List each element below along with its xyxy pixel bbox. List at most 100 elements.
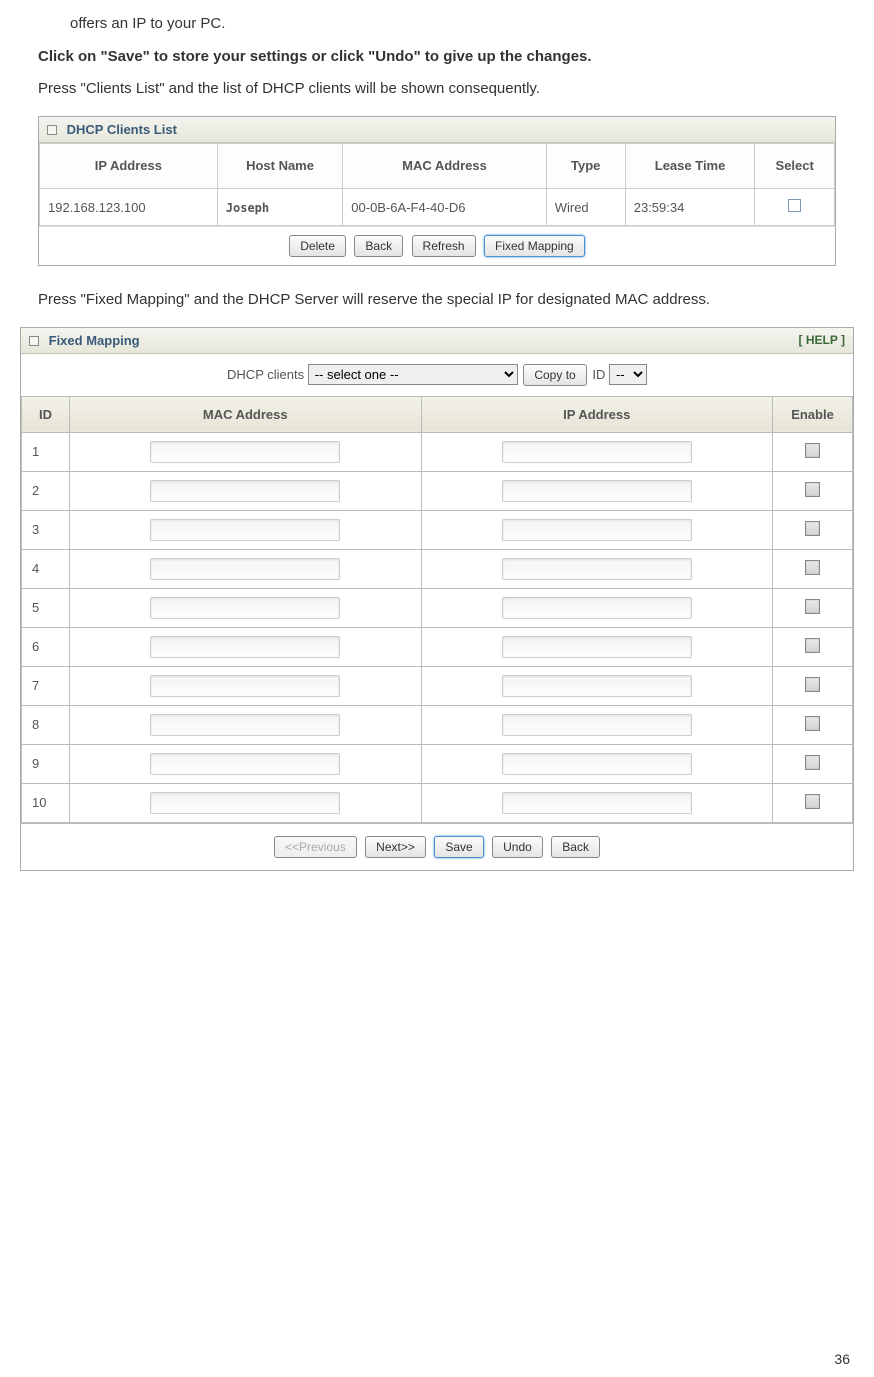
cell-id: 2 xyxy=(22,471,70,510)
ip-input[interactable] xyxy=(502,636,692,658)
table-row: 5 xyxy=(22,588,853,627)
cell-mac xyxy=(70,588,422,627)
mac-input[interactable] xyxy=(150,714,340,736)
enable-checkbox[interactable] xyxy=(805,755,820,770)
mac-input[interactable] xyxy=(150,558,340,580)
ip-input[interactable] xyxy=(502,480,692,502)
enable-checkbox[interactable] xyxy=(805,443,820,458)
doc-text-offers: offers an IP to your PC. xyxy=(20,10,854,39)
mac-input[interactable] xyxy=(150,636,340,658)
cell-mac xyxy=(70,705,422,744)
cell-ip: 192.168.123.100 xyxy=(40,189,218,226)
table-row: 10 xyxy=(22,783,853,822)
cell-id: 9 xyxy=(22,744,70,783)
mac-input[interactable] xyxy=(150,441,340,463)
header-mac: MAC Address xyxy=(343,143,546,189)
cell-enable xyxy=(773,432,853,471)
ip-input[interactable] xyxy=(502,441,692,463)
mac-input[interactable] xyxy=(150,519,340,541)
next-button[interactable]: Next>> xyxy=(365,836,426,858)
cell-mac xyxy=(70,471,422,510)
button-row: Delete Back Refresh Fixed Mapping xyxy=(39,226,835,265)
cell-ip xyxy=(421,666,773,705)
refresh-button[interactable]: Refresh xyxy=(412,235,476,257)
undo-button[interactable]: Undo xyxy=(492,836,543,858)
id-label: ID xyxy=(592,367,605,382)
cell-ip xyxy=(421,783,773,822)
table-row: 9 xyxy=(22,744,853,783)
back-button[interactable]: Back xyxy=(551,836,600,858)
cell-id: 3 xyxy=(22,510,70,549)
cell-id: 6 xyxy=(22,627,70,666)
cell-enable xyxy=(773,744,853,783)
ip-input[interactable] xyxy=(502,597,692,619)
ip-input[interactable] xyxy=(502,675,692,697)
panel-title: DHCP Clients List xyxy=(67,122,177,137)
copy-to-button[interactable]: Copy to xyxy=(523,364,586,386)
ip-input[interactable] xyxy=(502,558,692,580)
enable-checkbox[interactable] xyxy=(805,716,820,731)
cell-mac xyxy=(70,549,422,588)
mapping-table: ID MAC Address IP Address Enable 1234567… xyxy=(21,396,853,823)
previous-button[interactable]: <<Previous xyxy=(274,836,357,858)
cell-id: 7 xyxy=(22,666,70,705)
cell-ip xyxy=(421,549,773,588)
cell-mac xyxy=(70,744,422,783)
doc-text-clients: Press "Clients List" and the list of DHC… xyxy=(20,75,854,104)
cell-enable xyxy=(773,666,853,705)
doc-text-save-undo: Click on "Save" to store your settings o… xyxy=(20,43,854,72)
enable-checkbox[interactable] xyxy=(805,482,820,497)
table-row: 6 xyxy=(22,627,853,666)
cell-ip xyxy=(421,705,773,744)
table-row: 7 xyxy=(22,666,853,705)
enable-checkbox[interactable] xyxy=(805,560,820,575)
select-checkbox[interactable] xyxy=(788,199,801,212)
ip-input[interactable] xyxy=(502,792,692,814)
cell-enable xyxy=(773,627,853,666)
clients-table: IP Address Host Name MAC Address Type Le… xyxy=(39,143,835,227)
cell-id: 5 xyxy=(22,588,70,627)
back-button[interactable]: Back xyxy=(354,235,403,257)
header-ip: IP Address xyxy=(40,143,218,189)
cell-ip xyxy=(421,744,773,783)
footer-row: <<Previous Next>> Save Undo Back xyxy=(21,823,853,870)
mac-input[interactable] xyxy=(150,753,340,775)
panel-title: Fixed Mapping xyxy=(49,333,140,348)
id-select[interactable]: -- xyxy=(609,364,647,385)
save-button[interactable]: Save xyxy=(434,836,483,858)
delete-button[interactable]: Delete xyxy=(289,235,346,257)
enable-checkbox[interactable] xyxy=(805,638,820,653)
ip-input[interactable] xyxy=(502,753,692,775)
enable-checkbox[interactable] xyxy=(805,599,820,614)
table-row: 8 xyxy=(22,705,853,744)
dhcp-clients-panel: DHCP Clients List IP Address Host Name M… xyxy=(38,116,836,267)
cell-ip xyxy=(421,627,773,666)
fixed-mapping-button[interactable]: Fixed Mapping xyxy=(484,235,585,257)
ip-input[interactable] xyxy=(502,714,692,736)
cell-mac xyxy=(70,783,422,822)
cell-mac xyxy=(70,432,422,471)
cell-enable xyxy=(773,549,853,588)
cell-enable xyxy=(773,783,853,822)
header-host: Host Name xyxy=(217,143,343,189)
enable-checkbox[interactable] xyxy=(805,677,820,692)
cell-mac xyxy=(70,510,422,549)
cell-enable xyxy=(773,705,853,744)
mac-input[interactable] xyxy=(150,675,340,697)
enable-checkbox[interactable] xyxy=(805,794,820,809)
cell-select xyxy=(755,189,835,226)
table-row: 1 xyxy=(22,432,853,471)
enable-checkbox[interactable] xyxy=(805,521,820,536)
mac-input[interactable] xyxy=(150,480,340,502)
table-row: 2 xyxy=(22,471,853,510)
dhcp-clients-select[interactable]: -- select one -- xyxy=(308,364,518,385)
header-id: ID xyxy=(22,396,70,432)
table-row: 192.168.123.100 Joseph 00-0B-6A-F4-40-D6… xyxy=(40,189,835,226)
help-link[interactable]: [ HELP ] xyxy=(799,333,845,347)
mac-input[interactable] xyxy=(150,792,340,814)
table-row: 3 xyxy=(22,510,853,549)
cell-ip xyxy=(421,471,773,510)
header-lease: Lease Time xyxy=(625,143,755,189)
ip-input[interactable] xyxy=(502,519,692,541)
mac-input[interactable] xyxy=(150,597,340,619)
